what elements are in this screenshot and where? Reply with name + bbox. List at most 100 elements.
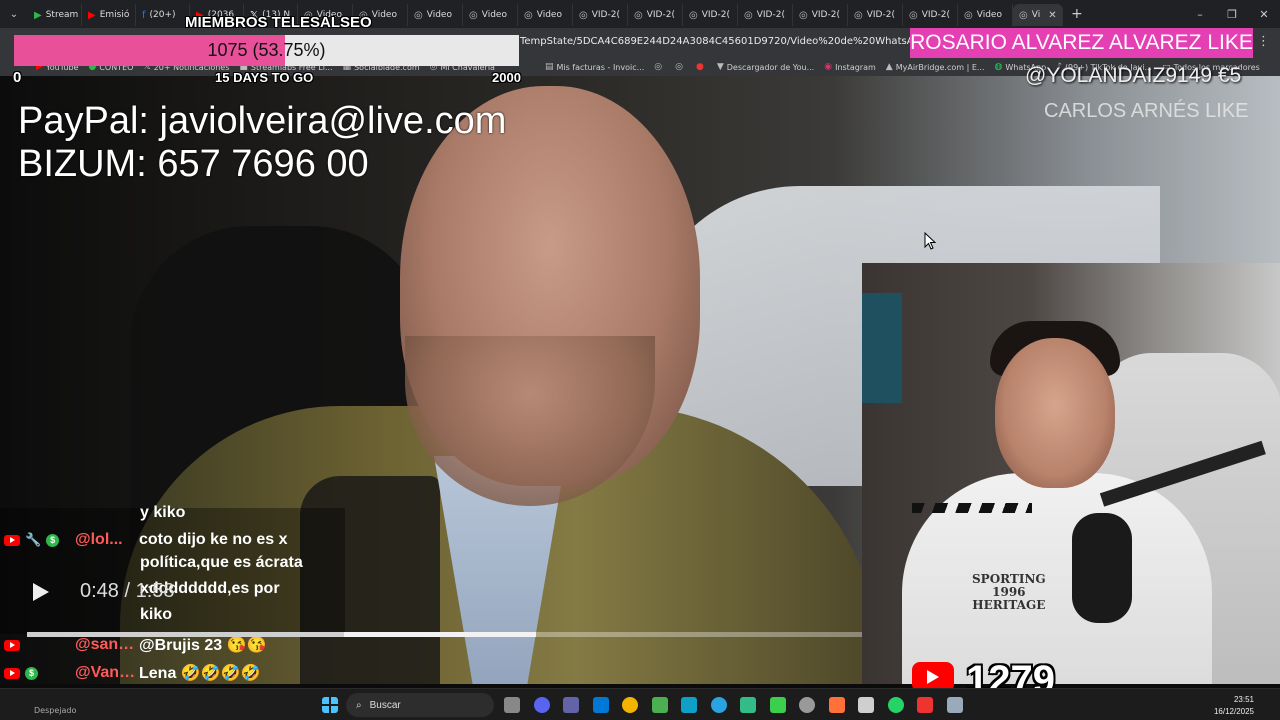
minimize-icon[interactable]: – — [1184, 0, 1216, 28]
whatsapp-icon[interactable] — [887, 697, 904, 713]
close-tab-icon[interactable]: ✕ — [1048, 10, 1056, 21]
browser-tab[interactable]: ◎ VID-2( — [738, 4, 793, 26]
airbridge-icon: ▲ — [885, 62, 893, 72]
tab-label: (20+) — [149, 10, 176, 20]
clock-time: 23:51 — [1233, 695, 1254, 704]
browser-tab[interactable]: ◎ VID-2( — [628, 4, 683, 26]
browser-tab[interactable]: ◎ Vi ✕ — [1013, 4, 1063, 26]
chrome-icon[interactable] — [651, 697, 668, 713]
edge-icon[interactable] — [681, 697, 697, 713]
youtube-icon — [4, 639, 20, 651]
browser-tab[interactable]: ◎ VID-2( — [573, 4, 628, 26]
steam-icon[interactable] — [858, 697, 874, 713]
tab-search-icon[interactable]: ⌄ — [0, 0, 28, 28]
globe-icon: ◎ — [744, 9, 753, 21]
task-view-icon[interactable] — [504, 697, 520, 713]
obs-icon[interactable] — [799, 697, 815, 713]
browser-tab[interactable]: ◎ VID-2( — [683, 4, 738, 26]
browser-tab[interactable]: ◎ Video — [518, 4, 573, 26]
snipping-icon[interactable] — [917, 697, 933, 713]
jacket-print-logo: SPORTING 1996 HERITAGE — [972, 572, 1046, 612]
discord-icon[interactable] — [533, 697, 550, 713]
tab-label: VID-2( — [866, 10, 895, 20]
globe-icon: ◎ — [964, 9, 973, 21]
chat-username[interactable]: @lol... — [75, 531, 139, 549]
bookmark-item[interactable]: ▼ Descargador de You... — [717, 62, 814, 72]
browser-tab[interactable]: ◎ VID-2( — [903, 4, 958, 26]
browser-tab[interactable]: ◎ Video — [408, 4, 463, 26]
bookmark-item[interactable]: ◎ — [675, 62, 686, 72]
system-clock[interactable]: 23:51 16/12/2025 — [1214, 694, 1254, 718]
browser-tab[interactable]: ◎ Video — [958, 4, 1013, 26]
tab-label: Video — [426, 10, 452, 20]
close-window-icon[interactable]: ✕ — [1248, 0, 1280, 28]
file-explorer-icon[interactable] — [622, 697, 638, 713]
chat-username[interactable]: @sandra... — [75, 636, 139, 654]
goal-max: 2000 — [492, 70, 521, 85]
tab-label: Emisió — [99, 10, 130, 20]
bookmark-item[interactable]: ▤ Mis facturas - Invoic... — [545, 62, 644, 72]
goal-days-left: 15 DAYS TO GO — [215, 70, 314, 85]
new-tab-button[interactable]: + — [1071, 6, 1083, 22]
windows-start-icon[interactable] — [322, 697, 338, 713]
globe-icon: ◎ — [654, 62, 663, 72]
browser-tab[interactable]: ◎ Video — [463, 4, 518, 26]
video-buffered — [344, 632, 537, 637]
microphone — [1072, 513, 1132, 623]
camtasia-icon[interactable] — [769, 697, 786, 713]
paypal-text: PayPal: javiolveira@live.com — [18, 100, 507, 142]
globe-icon: ◎ — [854, 9, 863, 21]
taskbar-search[interactable]: ⌕ Buscar — [346, 693, 494, 717]
firefox-icon[interactable] — [828, 697, 845, 713]
video-played — [27, 632, 345, 637]
globe-icon: ◎ — [689, 9, 698, 21]
app-icon[interactable] — [740, 697, 756, 713]
dollar-icon: $ — [25, 666, 38, 680]
play-icon[interactable] — [30, 580, 52, 604]
bookmark-label: Descargador de You... — [726, 62, 815, 72]
chat-message: $ @Vane... Lena 🤣🤣🤣🤣 — [0, 660, 260, 686]
outlook-icon[interactable] — [592, 697, 609, 713]
browser-tab[interactable]: ◎ VID-2( — [848, 4, 903, 26]
globe-icon: ◎ — [634, 9, 643, 21]
video-progress-bar[interactable] — [27, 632, 862, 637]
bizum-text: BIZUM: 657 7696 00 — [18, 143, 369, 185]
bookmark-item[interactable]: ● — [696, 62, 707, 72]
teams-icon[interactable] — [563, 697, 579, 713]
telegram-icon[interactable] — [710, 697, 727, 713]
window-controls: – ❐ ✕ — [1184, 0, 1280, 28]
bookmark-item[interactable]: ▲ MyAirBridge.com | E... — [886, 62, 985, 72]
maximize-icon[interactable]: ❐ — [1216, 0, 1248, 28]
browser-menu-icon[interactable]: ⋮ — [1257, 34, 1270, 49]
window-icon[interactable] — [946, 697, 963, 713]
browser-tab[interactable]: ▶ Emisió — [82, 4, 136, 26]
globe-icon: ◎ — [799, 9, 808, 21]
bookmark-item[interactable]: ◉ Instagram — [824, 62, 876, 72]
tab-label: Vi — [1031, 10, 1041, 20]
donation-line: @YOLANDAIZ9149 €5 — [1025, 64, 1242, 87]
chat-username[interactable]: @Vane... — [75, 664, 139, 682]
invoice-icon: ▤ — [544, 62, 554, 72]
video-time: 0:48 / 1:58 — [80, 580, 175, 602]
tab-label: Video — [371, 10, 397, 20]
tab-label: VID-2( — [701, 10, 730, 20]
whatsapp-icon: ◍ — [994, 62, 1003, 72]
chat-partial-line: y kiko — [140, 504, 186, 521]
webcam-feed: SPORTING 1996 HERITAGE — [862, 263, 1280, 684]
globe-icon: ◎ — [1019, 9, 1028, 21]
like-alert: CARLOS ARNÉS LIKE — [1044, 100, 1249, 122]
bookmark-item[interactable]: ◎ — [654, 62, 665, 72]
browser-tab[interactable]: f (20+) — [136, 4, 190, 26]
weather-label[interactable]: Despejado — [34, 706, 76, 715]
goal-title: MIEMBROS TELESALSEO — [185, 14, 372, 31]
chat-text: coto dijo ke no es x — [139, 531, 288, 548]
browser-tab[interactable]: ◎ VID-2( — [793, 4, 848, 26]
globe-icon: ◎ — [524, 9, 533, 21]
browser-tab[interactable]: ▶ Stream — [28, 4, 82, 26]
tab-label: Video — [481, 10, 507, 20]
facebook-icon: f — [142, 9, 146, 21]
clock-date: 16/12/2025 — [1213, 707, 1254, 716]
download-icon: ▼ — [716, 62, 724, 72]
globe-icon: ◎ — [414, 9, 423, 21]
tab-label: VID-2( — [591, 10, 620, 20]
